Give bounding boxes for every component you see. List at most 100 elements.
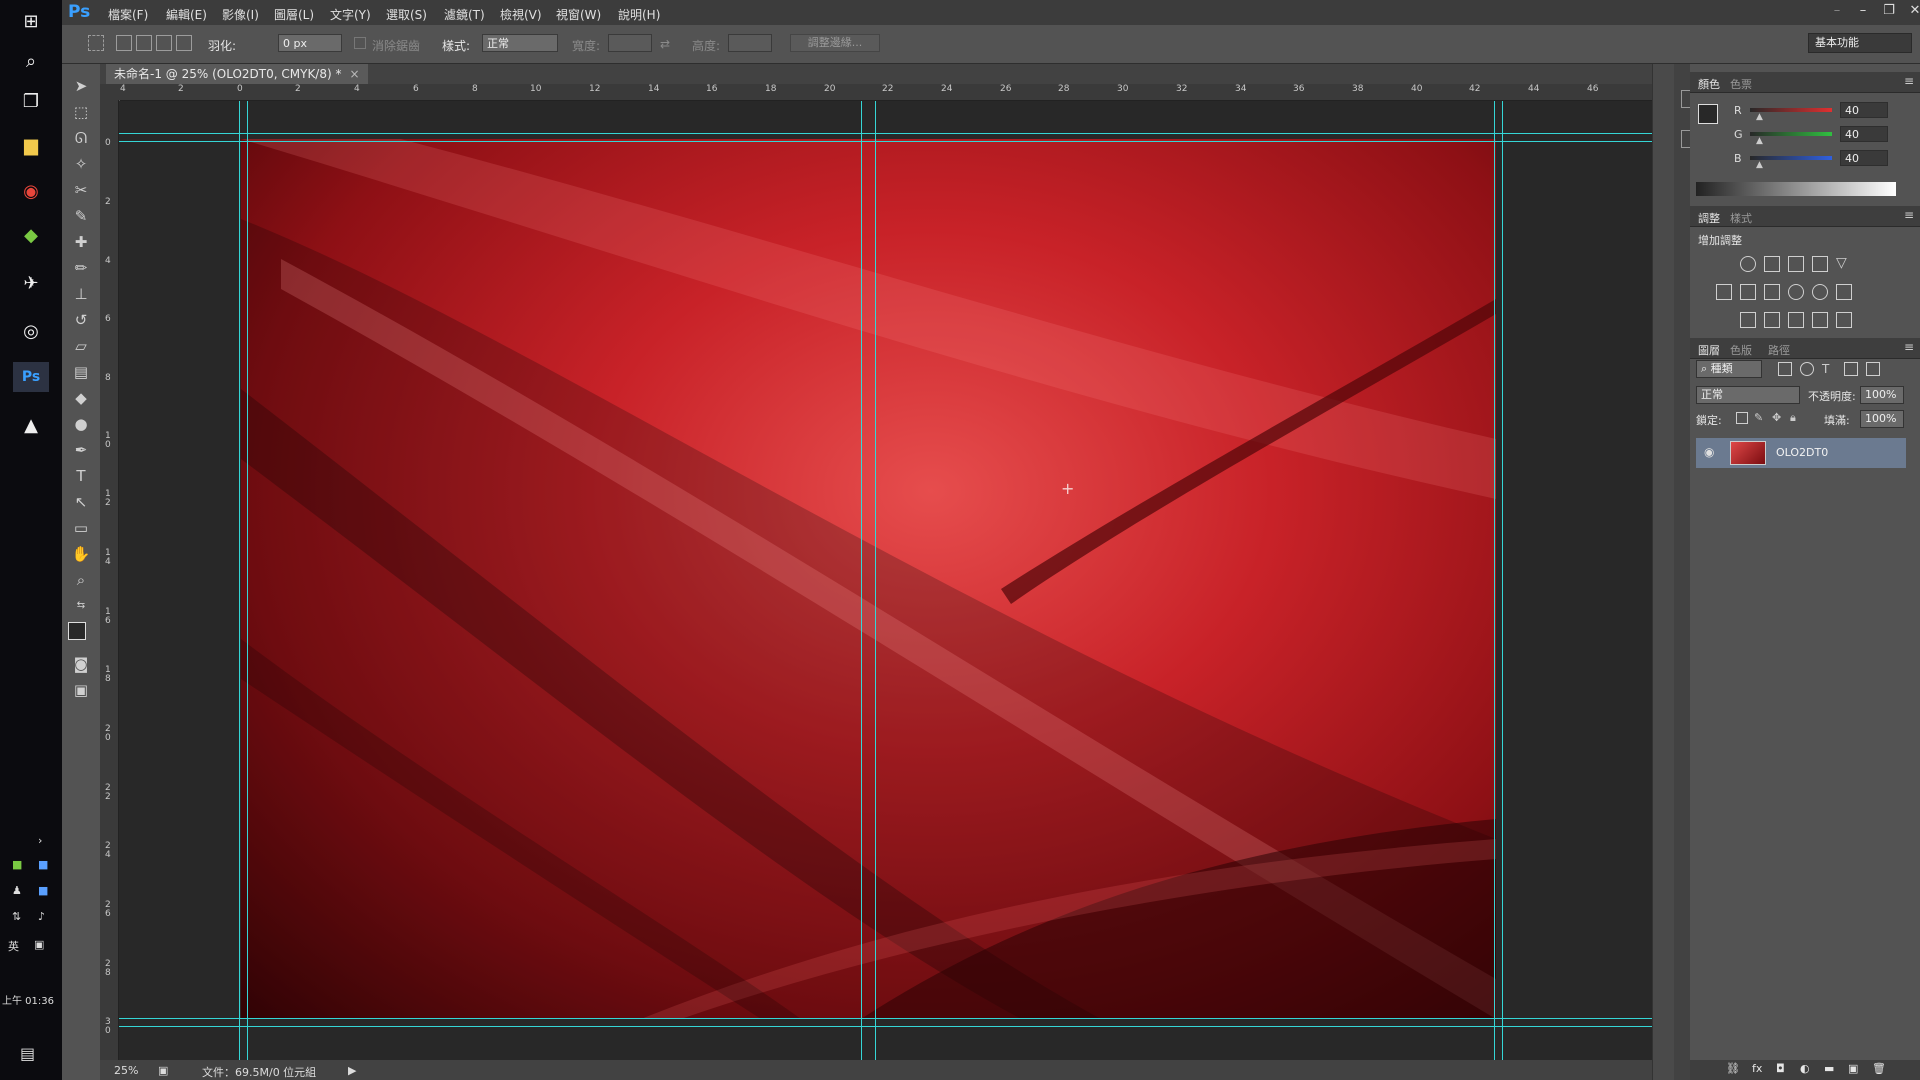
layer-row[interactable]: ◉ OLO2DT0 — [1696, 438, 1906, 468]
photoshop-taskbar-icon[interactable]: Ps — [13, 362, 49, 392]
tab-color[interactable]: 顏色 — [1698, 76, 1720, 92]
color-lookup-adjust-icon[interactable] — [1836, 284, 1852, 300]
healing-brush-tool-icon[interactable]: ✚ — [71, 232, 91, 252]
menu-window[interactable]: 視窗(W) — [556, 6, 601, 23]
panel-foreground-swatch[interactable] — [1698, 104, 1718, 124]
workspace-select[interactable]: 基本功能 — [1808, 33, 1912, 53]
channel-g-input[interactable]: 40 — [1840, 126, 1888, 142]
slider-thumb-icon[interactable]: ▲ — [1756, 136, 1763, 146]
filter-smart-object-icon[interactable] — [1866, 362, 1880, 376]
rectangle-tool-icon[interactable]: ▭ — [71, 518, 91, 538]
minimize-button[interactable]: – — [1850, 3, 1876, 21]
fill-input[interactable]: 100% — [1860, 410, 1904, 428]
tab-swatches[interactable]: 色票 — [1730, 76, 1752, 92]
invert-adjust-icon[interactable] — [1740, 312, 1756, 328]
color-ramp[interactable] — [1696, 182, 1896, 196]
history-brush-tool-icon[interactable]: ↺ — [71, 310, 91, 330]
hue-saturation-adjust-icon[interactable] — [1716, 284, 1732, 300]
hand-tool-icon[interactable]: ✋ — [71, 544, 91, 564]
slider-thumb-icon[interactable]: ▲ — [1756, 112, 1763, 122]
lock-all-icon[interactable]: 🔒︎ — [1790, 412, 1802, 424]
gradient-map-adjust-icon[interactable] — [1836, 312, 1852, 328]
exposure-adjust-icon[interactable] — [1812, 256, 1828, 272]
tab-styles[interactable]: 樣式 — [1730, 210, 1752, 226]
menu-view[interactable]: 檢視(V) — [500, 6, 542, 23]
visibility-eye-icon[interactable]: ◉ — [1704, 445, 1714, 459]
chrome-icon[interactable]: ◉ — [13, 176, 49, 206]
tab-paths[interactable]: 路徑 — [1768, 342, 1790, 358]
zoom-level[interactable]: 25% — [114, 1064, 138, 1077]
menu-edit[interactable]: 編輯(E) — [166, 6, 207, 23]
status-info-icon[interactable]: ▣ — [158, 1064, 168, 1077]
tray-network-icon[interactable]: ⇅ — [12, 910, 21, 923]
ruler-origin[interactable] — [100, 84, 120, 100]
refine-edge-button[interactable]: 調整邊緣... — [790, 34, 880, 52]
new-layer-icon[interactable]: ▣ — [1848, 1062, 1858, 1075]
ime-mode-icon[interactable]: ▣ — [34, 938, 44, 951]
windows-start-icon[interactable]: ⊞ — [13, 6, 49, 36]
intersect-selection-icon[interactable] — [176, 35, 192, 51]
minimize-icon[interactable]: – — [1824, 3, 1850, 21]
tray-expand-icon[interactable]: › — [38, 834, 42, 847]
guide-vertical[interactable] — [239, 101, 240, 1060]
guide-vertical[interactable] — [861, 101, 862, 1060]
tray-wechat-icon[interactable]: ■ — [12, 858, 22, 871]
vertical-ruler[interactable]: 0 2 4 6 8 1 0 1 2 1 4 1 6 1 8 2 0 2 2 2 … — [100, 100, 119, 1060]
clone-stamp-tool-icon[interactable]: ⊥ — [71, 284, 91, 304]
screen-mode-icon[interactable]: ▣ — [71, 680, 91, 700]
crop-tool-icon[interactable]: ✂ — [71, 180, 91, 200]
subtract-selection-icon[interactable] — [156, 35, 172, 51]
new-group-icon[interactable]: ▬ — [1824, 1062, 1834, 1075]
add-mask-icon[interactable]: ◘ — [1776, 1062, 1785, 1075]
brightness-adjust-icon[interactable] — [1740, 256, 1756, 272]
menu-layer[interactable]: 圖層(L) — [274, 6, 314, 23]
action-center-icon[interactable]: ▤ — [20, 1044, 35, 1063]
tray-app-icon[interactable]: ■ — [38, 858, 48, 871]
panel-menu-icon[interactable]: ≡ — [1904, 74, 1914, 88]
blend-mode-select[interactable]: 正常 — [1696, 386, 1800, 404]
photos-app-icon[interactable]: ▲ — [13, 410, 49, 440]
channel-mixer-adjust-icon[interactable] — [1812, 284, 1828, 300]
panel-menu-icon[interactable]: ≡ — [1904, 340, 1914, 354]
close-button[interactable]: ✕ — [1902, 3, 1920, 21]
lock-transparent-icon[interactable] — [1736, 412, 1748, 424]
quick-mask-icon[interactable]: ◙ — [71, 654, 91, 674]
curves-adjust-icon[interactable] — [1788, 256, 1804, 272]
document-tab[interactable]: 未命名-1 @ 25% (OLO2DT0, CMYK/8) * × — [106, 64, 368, 84]
tab-channels[interactable]: 色版 — [1730, 342, 1752, 358]
status-menu-arrow-icon[interactable]: ▶ — [348, 1064, 356, 1077]
threshold-adjust-icon[interactable] — [1788, 312, 1804, 328]
pen-tool-icon[interactable]: ✒ — [71, 440, 91, 460]
add-selection-icon[interactable] — [136, 35, 152, 51]
clock[interactable]: 上午 01:36 — [2, 992, 54, 1007]
tray-app2-icon[interactable]: ■ — [38, 884, 48, 897]
file-explorer-icon[interactable]: ▆ — [13, 130, 49, 160]
ime-indicator[interactable]: 英 — [8, 938, 19, 954]
search-icon[interactable]: ⌕ — [13, 46, 49, 76]
guide-vertical[interactable] — [247, 101, 248, 1060]
filter-pixel-icon[interactable] — [1778, 362, 1792, 376]
width-input[interactable] — [608, 34, 652, 52]
guide-vertical[interactable] — [875, 101, 876, 1060]
filter-type-icon[interactable]: T — [1822, 362, 1836, 376]
task-view-icon[interactable]: ❐ — [13, 86, 49, 116]
horizontal-ruler[interactable]: 4 2 0 2 4 6 8 10 12 14 16 18 20 22 24 26… — [120, 84, 1652, 101]
swap-colors-icon[interactable]: ⇆ — [71, 596, 91, 616]
tab-layers[interactable]: 圖層 — [1698, 342, 1720, 358]
tray-volume-icon[interactable]: ♪ — [38, 910, 45, 923]
delete-layer-icon[interactable]: 🗑︎ — [1872, 1062, 1886, 1075]
lock-position-icon[interactable]: ✥ — [1772, 412, 1784, 424]
canvas-area[interactable]: + — [119, 101, 1652, 1060]
lock-image-icon[interactable]: ✎ — [1754, 412, 1766, 424]
guide-horizontal[interactable] — [119, 141, 1652, 142]
eyedropper-tool-icon[interactable]: ✎ — [71, 206, 91, 226]
height-input[interactable] — [728, 34, 772, 52]
new-selection-icon[interactable] — [116, 35, 132, 51]
filter-shape-icon[interactable] — [1844, 362, 1858, 376]
link-layers-icon[interactable]: ⛓ — [1726, 1062, 1740, 1075]
guide-vertical[interactable] — [1494, 101, 1495, 1060]
opacity-input[interactable]: 100% — [1860, 386, 1904, 404]
camera-app-icon[interactable]: ◎ — [13, 316, 49, 346]
menu-image[interactable]: 影像(I) — [222, 6, 259, 23]
eraser-tool-icon[interactable]: ▱ — [71, 336, 91, 356]
